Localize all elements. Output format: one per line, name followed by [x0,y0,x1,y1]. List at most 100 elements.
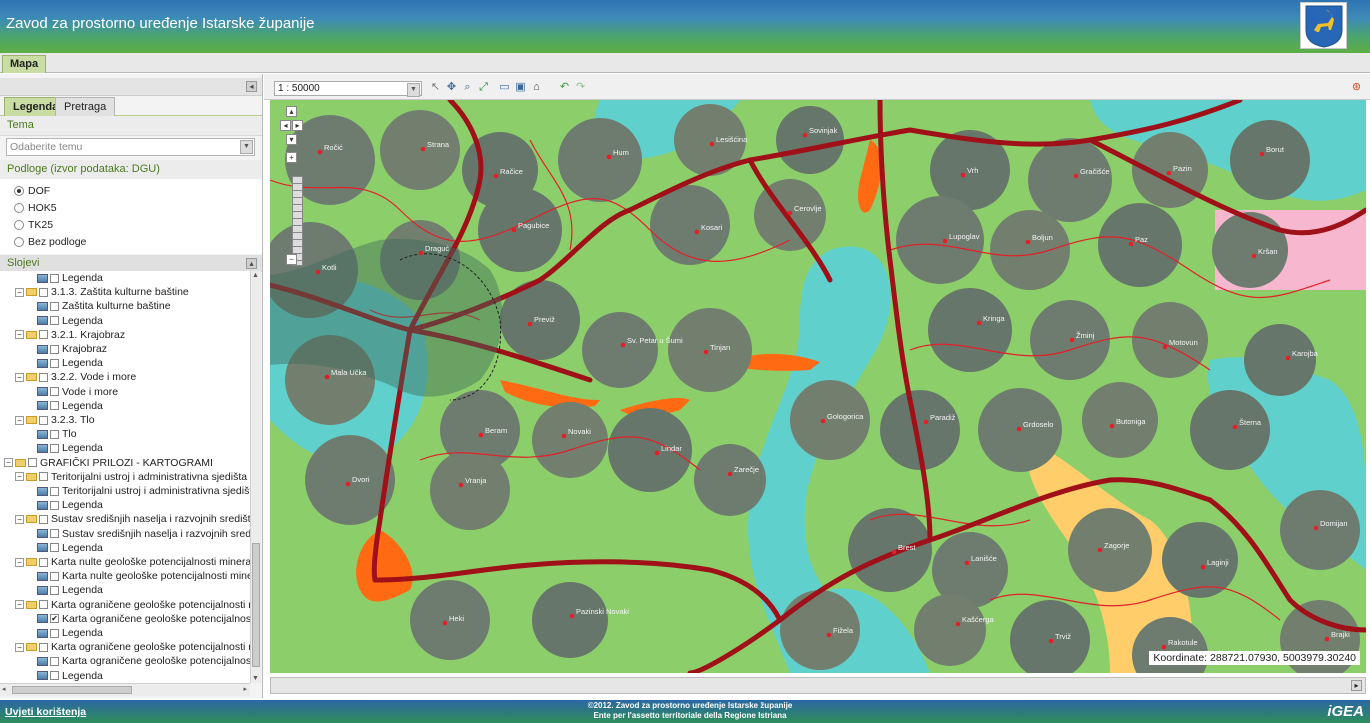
settlement-marker[interactable] [1324,636,1330,642]
collapse-node-icon[interactable]: − [15,372,24,382]
layer-checkbox[interactable] [39,415,48,425]
layer-checkbox[interactable] [50,344,59,354]
layer-checkbox[interactable] [39,600,48,610]
settlement-marker[interactable] [527,321,533,327]
tree-folder[interactable]: − Sustav središnjih naselja i razvojnih s… [15,512,250,526]
measure-icon[interactable]: ▭ [498,81,511,94]
settlement-marker[interactable] [964,560,970,566]
tree-folder[interactable]: − 3.2.1. Krajobraz [15,328,125,342]
terms-link[interactable]: Uvjeti korištenja [5,706,86,718]
tree-layer[interactable]: Teritorijalni ustroj i administrativna s… [37,484,250,498]
tree-vertical-scrollbar[interactable]: ▲ ▼ [250,271,261,683]
scroll-thumb[interactable] [252,543,260,667]
layer-checkbox[interactable]: ✔ [50,614,59,624]
radio-button-icon[interactable] [14,219,24,230]
settlement-marker[interactable] [606,154,612,160]
tree-layer[interactable]: Legenda [37,441,103,455]
collapse-node-icon[interactable]: − [15,330,24,340]
layer-checkbox[interactable] [50,628,59,638]
pan-left-icon[interactable]: ◂ [280,120,291,131]
settlement-marker[interactable] [478,432,484,438]
tema-select[interactable]: Odaberite temu ▼ [6,138,255,156]
layer-checkbox[interactable] [50,316,59,326]
layer-checkbox[interactable] [28,458,37,468]
settlement-marker[interactable] [923,419,929,425]
tree-folder[interactable]: − 3.2.3. Tlo [15,413,95,427]
pan-up-icon[interactable]: ▴ [286,106,297,117]
settlement-marker[interactable] [1259,151,1265,157]
settlement-marker[interactable] [1097,547,1103,553]
layer-checkbox[interactable] [50,585,59,595]
pan-icon[interactable]: ✥ [445,81,458,94]
tree-folder[interactable]: − Teritorijalni ustroj i administrativna … [15,470,247,484]
settlement-marker[interactable] [493,173,499,179]
tree-folder[interactable]: − 3.1.3. Zaštita kulturne baštine [15,285,189,299]
settlement-marker[interactable] [1200,564,1206,570]
tree-layer[interactable]: Zaštita kulturne baštine [37,299,171,313]
settlement-marker[interactable] [694,229,700,235]
layer-checkbox[interactable] [39,642,48,652]
zoom-out-icon[interactable]: − [286,254,297,265]
settlement-marker[interactable] [1128,241,1134,247]
settlement-marker[interactable] [1162,344,1168,350]
tree-layer[interactable]: Krajobraz [37,342,107,356]
map-canvas[interactable]: Ročić Strana Račice Hum Lesišćina Sovinjak Kot… [270,100,1366,673]
layer-checkbox[interactable] [50,301,59,311]
collapse-node-icon[interactable]: − [15,514,24,524]
collapse-node-icon[interactable]: − [15,557,24,567]
settlement-marker[interactable] [820,418,826,424]
settlement-marker[interactable] [787,210,793,216]
zoom-slider[interactable] [292,176,303,266]
tree-layer[interactable]: Karta ograničene geološke potencijalnost… [37,654,250,668]
radio-hok5[interactable]: HOK5 [14,200,57,215]
settlement-marker[interactable] [1166,170,1172,176]
settlement-marker[interactable] [1109,423,1115,429]
chevron-down-icon[interactable]: ▼ [240,140,253,154]
tree-layer[interactable]: Legenda [37,669,103,683]
scroll-up-icon[interactable]: ▲ [252,272,259,279]
tree-folder[interactable]: − 3.2.2. Vode i more [15,370,136,384]
layer-checkbox[interactable] [50,571,59,581]
collapse-node-icon[interactable]: − [4,458,13,468]
settlement-marker[interactable] [1048,638,1054,644]
collapse-node-icon[interactable]: − [15,415,24,425]
settlement-marker[interactable] [1069,337,1075,343]
scroll-thumb[interactable] [12,686,132,694]
tree-folder[interactable]: − Karta ograničene geološke potencijalnos… [15,598,250,612]
settlement-marker[interactable] [569,613,575,619]
layer-checkbox[interactable] [39,557,48,567]
layer-checkbox[interactable] [50,429,59,439]
tree-folder[interactable]: − Karta ograničene geološke potencijalnos… [15,640,250,654]
settlement-marker[interactable] [511,227,517,233]
undo-icon[interactable]: ↶ [558,81,571,94]
scale-select[interactable]: 1 : 50000 ▼ [274,81,422,97]
scroll-down-icon[interactable]: ▼ [252,675,259,682]
tree-layer[interactable]: Legenda [37,356,103,370]
collapse-node-icon[interactable]: − [15,472,24,482]
tab-pretraga[interactable]: Pretraga [55,97,116,116]
settlement-marker[interactable] [561,433,567,439]
settlement-marker[interactable] [942,238,948,244]
layer-checkbox[interactable] [50,358,59,368]
home-icon[interactable]: ⌂ [530,81,543,94]
layer-checkbox[interactable] [50,500,59,510]
tree-layer[interactable]: Karta nulte geološke potencijalnosti min… [37,569,250,583]
settlement-marker[interactable] [709,141,715,147]
print-icon[interactable]: ▣ [514,81,527,94]
tree-layer[interactable]: Legenda [37,498,103,512]
settlement-marker[interactable] [442,620,448,626]
tree-folder[interactable]: − GRAFIČKI PRILOZI - KARTOGRAMI [4,456,213,470]
tree-layer[interactable]: ✔ Karta ograničene geološke potencijalnos… [37,612,250,626]
pointer-icon[interactable]: ↖ [429,81,442,94]
settlement-marker[interactable] [976,320,982,326]
tree-layer[interactable]: Legenda [37,541,103,555]
scroll-left-icon[interactable]: ◂ [2,685,6,693]
layer-checkbox[interactable] [39,372,48,382]
collapse-node-icon[interactable]: − [15,287,24,297]
radio-tk25[interactable]: TK25 [14,217,53,232]
layer-checkbox[interactable] [50,387,59,397]
settlement-marker[interactable] [1251,253,1257,259]
radio-button-icon[interactable] [14,202,24,213]
redo-icon[interactable]: ↷ [574,81,587,94]
tree-layer[interactable]: Vode i more [37,385,118,399]
